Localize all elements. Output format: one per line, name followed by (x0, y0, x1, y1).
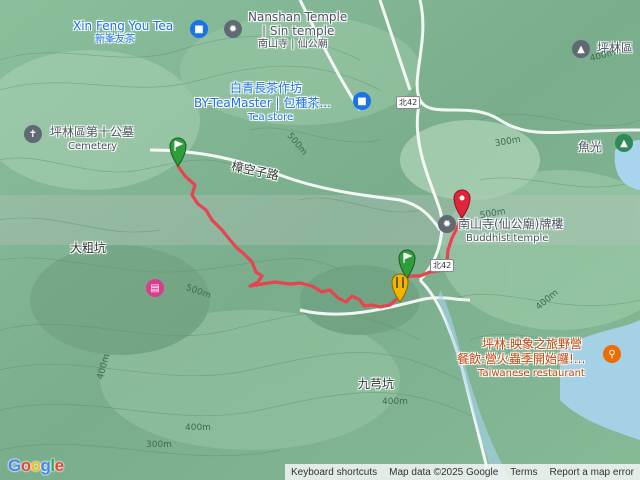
route-badge-north42: 北42 (396, 96, 421, 109)
contour-label: 400m (382, 397, 408, 407)
report-error-link[interactable]: Report a map error (544, 467, 640, 478)
poi-baiqing-sub: Tea store (248, 112, 294, 123)
contour-label: 400m (185, 423, 211, 433)
map-canvas[interactable]: Xin Feng You Tea 新峯友茶 ■ ✹ Nanshan Temple… (0, 0, 640, 480)
shopping-bag-icon[interactable]: ■ (190, 20, 208, 38)
restaurant-icon[interactable]: ⚲ (603, 345, 621, 363)
route-badge-partial: 北42 (430, 259, 455, 272)
cemetery-icon[interactable]: ✝ (24, 125, 42, 143)
place-jiuqiongkeng: 九芎坑 (358, 377, 395, 391)
poi-xin-feng-label[interactable]: Xin Feng You Tea (73, 19, 173, 33)
poi-gate-sub: Buddhist temple (466, 233, 549, 244)
temple-icon[interactable]: ✹ (438, 215, 456, 233)
poi-baiqing-line1[interactable]: 白青長茶作坊 (230, 81, 302, 95)
poi-nanshan-line2: | Sin temple (262, 24, 335, 38)
poi-nanshan-label[interactable]: Nanshan Temple (248, 10, 347, 24)
poi-xin-feng-sub: 新峯友茶 (95, 34, 135, 45)
poi-camp-sub: Taiwanese restaurant (478, 368, 585, 379)
poi-gate-label[interactable]: 南山寺(仙公廟)牌樓 (458, 217, 563, 231)
contour-label: 300m (146, 440, 172, 450)
shopping-bag-icon[interactable]: ■ (353, 92, 371, 110)
temple-icon[interactable]: ✹ (224, 20, 242, 38)
campground-icon[interactable]: ▲ (615, 134, 633, 152)
landmark-icon[interactable]: ▲ (572, 40, 590, 58)
map-data-text: Map data ©2025 Google (389, 466, 499, 478)
google-logo: Google (8, 456, 64, 475)
terms-link[interactable]: Terms (504, 467, 543, 478)
poi-camp-line2: 餐飲:營火蟲季開始囉!... (457, 352, 586, 366)
keyboard-shortcuts-link[interactable]: Keyboard shortcuts (285, 467, 383, 478)
poi-yuguang-label[interactable]: 魚光 (578, 140, 602, 154)
poi-nanshan-sub: 南山寺 | 仙公廟 (258, 39, 328, 50)
poi-cemetery-label[interactable]: 坪林區第十公墓 (50, 125, 134, 139)
poi-camp-line1[interactable]: 坪林:映象之旅野營 (482, 337, 582, 351)
poi-baiqing-line2: BY-TeaMaster | 包種茶... (194, 96, 331, 110)
hotel-icon[interactable]: ▤ (146, 279, 164, 297)
poi-cemetery-sub: Cemetery (68, 141, 118, 152)
attribution-bar: Keyboard shortcuts Map data ©2025 Google… (284, 464, 640, 480)
place-dacukeng: 大粗坑 (70, 241, 107, 255)
